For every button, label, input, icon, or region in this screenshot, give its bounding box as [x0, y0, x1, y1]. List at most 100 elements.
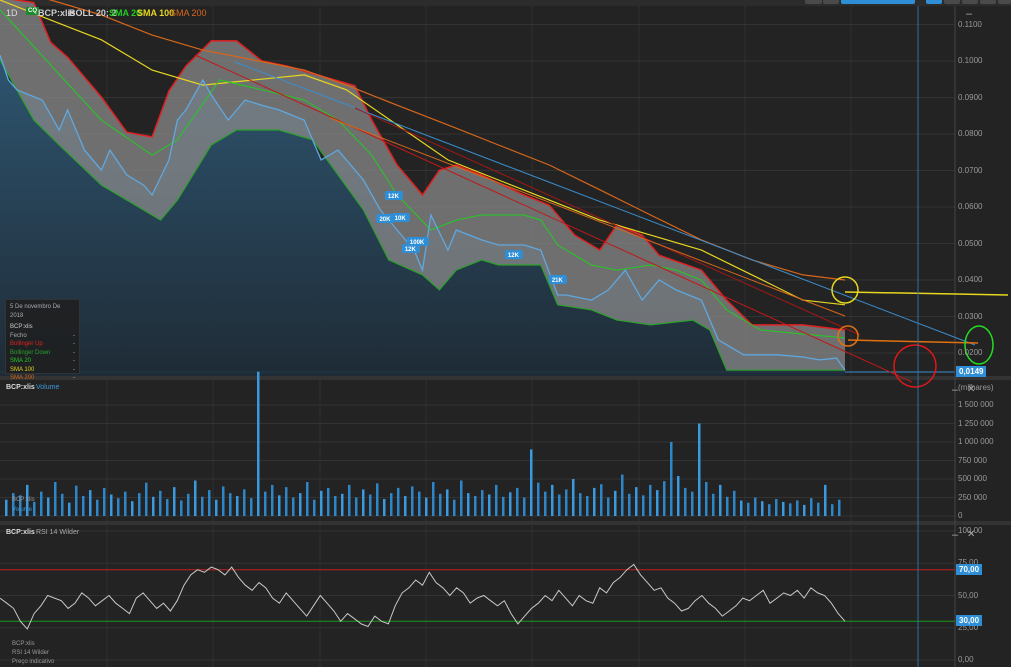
- volume-bar: [40, 491, 43, 516]
- volume-bar: [229, 493, 232, 516]
- volume-bar: [579, 493, 582, 516]
- volume-bar: [341, 493, 344, 516]
- axis-tick-label: 0.0500: [958, 238, 983, 248]
- trade-annotation-label: 12K: [388, 194, 400, 200]
- volume-bar: [299, 493, 302, 516]
- legend-row: Bollinger Down -: [10, 349, 75, 358]
- volume-bar: [180, 500, 183, 516]
- volume-bar: [327, 487, 330, 516]
- volume-bar: [719, 484, 722, 516]
- volume-bar: [257, 371, 260, 516]
- volume-bar: [376, 483, 379, 516]
- volume-bar: [138, 493, 141, 516]
- volume-bar: [369, 494, 372, 516]
- volume-bar: [831, 504, 834, 516]
- volume-bar: [306, 482, 309, 516]
- volume-bar: [684, 487, 687, 516]
- volume-bar: [649, 484, 652, 516]
- volume-bar: [250, 498, 253, 516]
- volume-bar: [348, 484, 351, 516]
- horizontal-line-orange: [847, 339, 979, 344]
- axis-tick-label: 0.1100: [958, 19, 982, 29]
- volume-bar: [530, 449, 533, 516]
- volume-bar: [488, 494, 491, 516]
- panel-divider: [0, 521, 1011, 525]
- volume-bar: [201, 496, 204, 516]
- chart-canvas[interactable]: 12K20K 10K100K12K12K21K: [0, 0, 1011, 667]
- legend-row: SMA 100 -: [10, 366, 75, 375]
- volume-bar: [439, 493, 442, 516]
- volume-bar: [502, 496, 505, 516]
- volume-bar: [761, 501, 764, 516]
- volume-bar: [75, 485, 78, 516]
- volume-symbol: BCP:xlis: [6, 384, 35, 391]
- volume-bar: [397, 487, 400, 516]
- legend-row-value: -: [73, 358, 75, 364]
- volume-bar: [110, 494, 113, 516]
- volume-bar: [432, 482, 435, 516]
- volume-bar: [215, 499, 218, 516]
- volume-bar: [33, 501, 36, 516]
- volume-bar: [285, 487, 288, 516]
- sma200-label[interactable]: SMA 200: [170, 8, 207, 18]
- volume-bar: [243, 489, 246, 516]
- volume-bar: [754, 497, 757, 516]
- volume-bar: [481, 490, 484, 516]
- legend-row-label: SMA 200: [10, 375, 35, 381]
- volume-bar: [264, 491, 267, 516]
- legend-row-value: -: [73, 349, 75, 356]
- sma100-label[interactable]: SMA 100: [137, 8, 174, 18]
- volume-bar: [789, 503, 792, 516]
- volume-bar: [565, 489, 568, 516]
- volume-bar: [166, 499, 169, 516]
- volume-bar: [600, 484, 603, 516]
- horizontal-line-yellow: [844, 291, 1009, 296]
- volume-bar: [390, 493, 393, 516]
- volume-bar: [425, 497, 428, 516]
- period-label[interactable]: 1D: [6, 8, 18, 18]
- volume-bar: [453, 499, 456, 516]
- circle-marker-red: [893, 344, 937, 388]
- legend-row-label: Bollinger Up: [10, 341, 43, 347]
- axis-tick-label: 750 000: [958, 455, 987, 465]
- volume-bar: [523, 497, 526, 516]
- volume-bar: [817, 502, 820, 516]
- volume-bar: [313, 499, 316, 516]
- minimize-button[interactable]: –: [966, 8, 972, 20]
- volume-bar: [54, 482, 57, 516]
- axis-tick-label: 0.0400: [958, 275, 983, 284]
- axis-tick-label: 0.1000: [958, 56, 983, 65]
- last-price-tag: 0,0149: [956, 366, 987, 377]
- panel-divider: [0, 376, 1011, 380]
- volume-bar: [607, 497, 610, 516]
- axis-tick-label: 0,00: [958, 655, 974, 664]
- volume-bar: [733, 490, 736, 516]
- legend-date: 5 De novembro De 2018: [10, 304, 61, 319]
- axis-tick-label: 0: [958, 511, 963, 520]
- volume-bar: [572, 479, 575, 516]
- legend-row-value: -: [73, 341, 75, 347]
- volume-bar: [544, 491, 547, 516]
- data-legend-box: 5 De novembro De 2018 BCP:xlis Fecho - Bol…: [5, 299, 80, 381]
- axis-tick-label: 1 250 000: [958, 418, 994, 428]
- volume-bar: [705, 482, 708, 516]
- volume-bar: [5, 499, 8, 516]
- volume-bar: [803, 504, 806, 516]
- trade-annotation-label: 12K: [405, 247, 417, 253]
- volume-bar: [103, 487, 106, 516]
- volume-bar: [495, 484, 498, 516]
- volume-bar: [558, 494, 561, 516]
- volume-title: Volume: [36, 384, 60, 391]
- volume-bar: [642, 495, 645, 516]
- rsi-70-tag: 70,00: [956, 564, 983, 575]
- legend-row: Fecho -: [10, 332, 75, 341]
- trade-annotation-label: 21K: [552, 278, 564, 284]
- volume-unit-label: (milhares): [958, 383, 994, 392]
- volume-bar: [467, 493, 470, 516]
- trade-annotation-label: 12K: [508, 253, 520, 259]
- volume-bar: [355, 497, 358, 516]
- volume-bar: [152, 496, 155, 516]
- volume-bar: [159, 490, 162, 516]
- volume-bar: [47, 497, 50, 516]
- rsi-legend-title: RSI 14 Wilder: [12, 650, 50, 656]
